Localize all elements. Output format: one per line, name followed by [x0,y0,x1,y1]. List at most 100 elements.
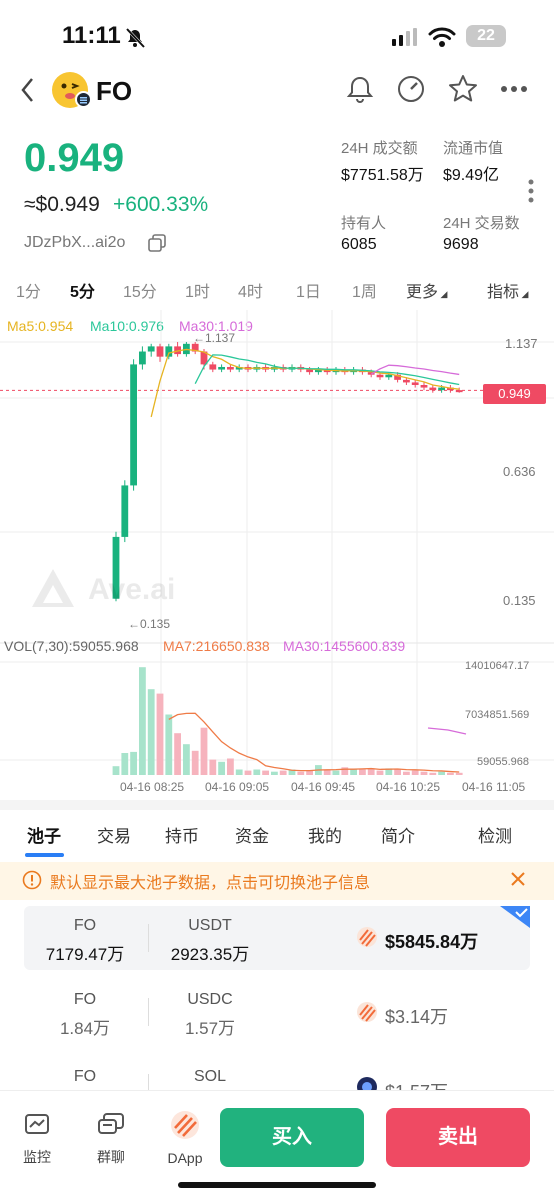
volume-bar [174,733,181,775]
candle [420,385,428,388]
stat-value-mcap: $9.49亿 [443,167,500,184]
volume-bar [306,770,313,775]
tab-pools[interactable]: 池子 [27,822,61,847]
candle [218,366,225,370]
candle [121,485,129,537]
volume-bar [235,769,243,775]
price-chart[interactable] [0,310,554,800]
volume-bar [218,761,225,775]
stat-value-holders: 6085 [341,236,377,253]
ma10-line [194,354,460,386]
pool-amount-b: 2923.35万 [170,945,250,964]
x-label-1: 04-16 08:25 [120,780,185,794]
home-indicator [178,1182,376,1188]
tab-intro[interactable]: 简介 [381,822,415,847]
tf-more[interactable]: 更多 ◢ [406,278,447,302]
pool-total: $3.14万 [385,1007,449,1027]
battery-indicator: 22 [466,25,506,47]
volume-bar [227,758,234,775]
monitor-icon[interactable] [24,1113,50,1137]
candle [130,364,137,486]
high-annotation: ←1.137 [193,331,236,345]
sell-button[interactable]: 卖出 [386,1108,530,1167]
vol-axis-high: 14010647.17 [465,660,530,672]
nav-dapp-label[interactable]: DApp [158,1150,212,1166]
tf-5m[interactable]: 5分 [70,278,95,302]
candle [376,374,384,378]
watermark-logo-icon [30,567,76,613]
volume-bar [147,689,155,775]
volume-bar [165,714,173,775]
axis-label-low: 0.135 [503,593,536,608]
candle [403,379,410,383]
tab-mine[interactable]: 我的 [308,822,342,847]
pool-amount-a: 7179.47万 [45,945,125,964]
stat-label-mcap: 流通市值 [443,140,504,157]
tf-1d[interactable]: 1日 [296,278,321,302]
volume-label: VOL(7,30):59055.968 [4,638,139,654]
close-icon[interactable] [510,871,526,887]
stat-value-txns: 9698 [443,236,479,253]
token-name: FO [96,76,133,106]
x-label-3: 04-16 09:45 [291,780,356,794]
dex-logo-icon [357,1002,377,1022]
stat-label-holders: 持有人 [341,215,387,232]
vol-axis-mid: 7034851.569 [465,709,530,721]
pool-token-b: SOL [193,1068,226,1085]
volume-bar [139,667,146,775]
nav-chat-label[interactable]: 群聊 [84,1147,138,1167]
tf-indicators-label: 指标 [487,284,520,301]
token-address: JDzPbX...ai2o [24,234,126,251]
back-icon[interactable] [18,76,38,104]
volume-bar [438,771,445,775]
volume-bar [455,772,463,775]
candle [209,364,217,370]
volume-bar [394,769,401,775]
tab-check[interactable]: 检测 [478,822,512,847]
tab-holders[interactable]: 持币 [165,822,199,847]
bell-mute-icon [125,27,146,49]
tf-4h[interactable]: 4时 [238,278,263,302]
pool-token-a: FO [73,991,97,1008]
tf-indicators[interactable]: 指标 ◢ [487,278,528,302]
stat-value-volume: $7751.58万 [341,167,424,184]
volume-bar [429,772,437,775]
pool-separator [148,924,149,952]
more-icon[interactable] [500,84,528,94]
dapp-icon[interactable] [170,1110,200,1140]
bell-icon[interactable] [346,74,374,104]
gauge-icon[interactable] [396,74,426,104]
volume-ma30-line [427,727,467,735]
tab-funds[interactable]: 资金 [235,822,269,847]
tf-1m[interactable]: 1分 [16,278,41,302]
volume-bar [183,744,190,775]
chain-badge-icon [75,91,92,108]
chat-icon[interactable] [97,1112,125,1138]
caret-icon: ◢ [438,289,448,299]
x-label-4: 04-16 10:25 [376,780,441,794]
volume-bar [376,770,384,775]
status-time: 11:11 [62,22,121,49]
watermark-text: Ave.ai [88,573,176,606]
axis-label-mid: 0.636 [503,464,536,479]
tf-1h[interactable]: 1时 [185,278,210,302]
nav-monitor-label[interactable]: 监控 [10,1147,64,1167]
notice-text: 默认显示最大池子数据，点击可切换池子信息 [50,875,371,892]
tf-1w[interactable]: 1周 [352,278,377,302]
volume-bar [297,771,305,775]
vol-axis-low: 59055.968 [477,756,529,768]
current-price-tag: 0.949 [483,384,546,404]
copy-icon[interactable] [148,234,166,252]
tf-15m[interactable]: 15分 [123,278,157,302]
warning-icon [22,870,42,890]
current-price: 0.949 [24,136,125,180]
price-change: +600.33% [113,193,209,216]
star-icon[interactable] [447,73,479,103]
signal-icon [392,28,417,46]
volume-bar [341,767,349,775]
buy-button[interactable]: 买入 [220,1108,364,1167]
tab-trades[interactable]: 交易 [97,822,131,847]
pool-amount-b: 1.57万 [184,1019,236,1038]
candle [438,387,445,391]
vertical-more-icon[interactable] [527,178,535,204]
